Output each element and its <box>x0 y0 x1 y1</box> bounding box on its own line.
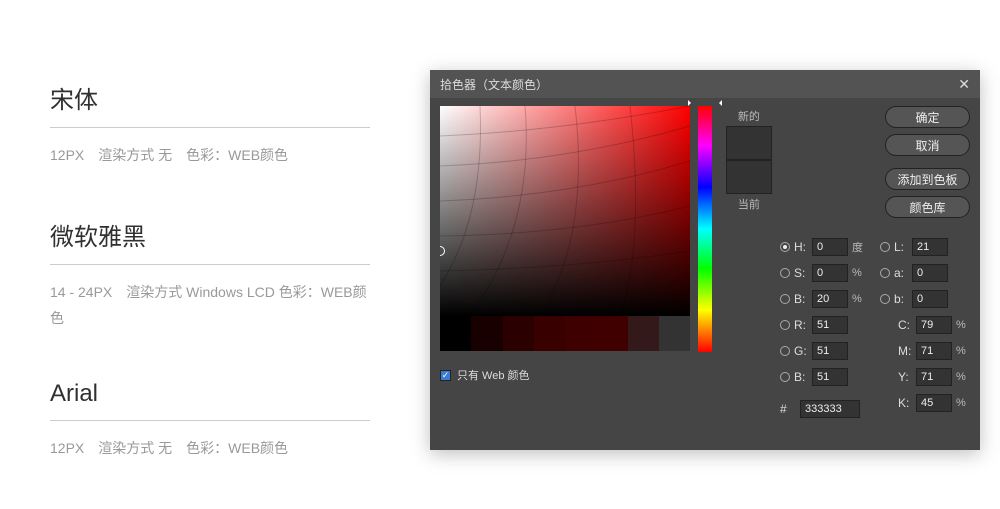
swatch[interactable] <box>628 315 659 351</box>
swatch[interactable] <box>534 315 565 351</box>
blab-input[interactable] <box>912 290 948 308</box>
m-input[interactable] <box>916 342 952 360</box>
radio-l[interactable] <box>880 242 890 252</box>
radio-s[interactable] <box>780 268 790 278</box>
bhsb-input[interactable] <box>812 290 848 308</box>
c-input[interactable] <box>916 316 952 334</box>
recent-swatches[interactable] <box>440 315 690 351</box>
color-field[interactable] <box>440 106 690 316</box>
radio-r[interactable] <box>780 320 790 330</box>
font-section-songti: 宋体 12PX 渲染方式 无 色彩：WEB颜色 <box>50 80 370 169</box>
r-input[interactable] <box>812 316 848 334</box>
radio-h[interactable] <box>780 242 790 252</box>
y-input[interactable] <box>916 368 952 386</box>
new-color-box <box>726 126 772 160</box>
radio-blab[interactable] <box>880 294 890 304</box>
s-input[interactable] <box>812 264 848 282</box>
checkbox-icon[interactable]: ✓ <box>440 370 451 381</box>
k-input[interactable] <box>916 394 952 412</box>
new-label: 新的 <box>738 108 760 124</box>
font-title: 微软雅黑 <box>50 217 370 265</box>
radio-g[interactable] <box>780 346 790 356</box>
font-desc: 12PX 渲染方式 无 色彩：WEB颜色 <box>50 142 370 169</box>
swatch[interactable] <box>471 315 502 351</box>
font-title: 宋体 <box>50 80 370 128</box>
current-color-box <box>726 160 772 194</box>
swatch[interactable] <box>440 315 471 351</box>
font-desc: 14 - 24PX 渲染方式 Windows LCD 色彩：WEB颜色 <box>50 279 370 332</box>
add-swatch-button[interactable]: 添加到色板 <box>885 168 970 190</box>
font-title: Arial <box>50 380 370 421</box>
radio-a[interactable] <box>880 268 890 278</box>
current-label: 当前 <box>738 196 760 212</box>
font-section-yahei: 微软雅黑 14 - 24PX 渲染方式 Windows LCD 色彩：WEB颜色 <box>50 217 370 332</box>
color-values: H:度 L: S:% a: B:% b: R: C:% G: M:% B: Y:… <box>780 236 970 420</box>
a-input[interactable] <box>912 264 948 282</box>
font-desc: 12PX 渲染方式 无 色彩：WEB颜色 <box>50 435 370 462</box>
font-section-arial: Arial 12PX 渲染方式 无 色彩：WEB颜色 <box>50 380 370 462</box>
g-input[interactable] <box>812 342 848 360</box>
close-icon[interactable]: ✕ <box>958 76 970 93</box>
brgb-input[interactable] <box>812 368 848 386</box>
radio-bl[interactable] <box>780 372 790 382</box>
h-input[interactable] <box>812 238 848 256</box>
l-input[interactable] <box>912 238 948 256</box>
ok-button[interactable]: 确定 <box>885 106 970 128</box>
hue-slider[interactable] <box>698 106 712 352</box>
picker-titlebar: 拾色器（文本颜色） ✕ <box>430 70 980 98</box>
font-guidelines: 宋体 12PX 渲染方式 无 色彩：WEB颜色 微软雅黑 14 - 24PX 渲… <box>50 80 370 509</box>
color-picker-dialog: 拾色器（文本颜色） ✕ <box>430 70 980 450</box>
swatch[interactable] <box>659 315 690 351</box>
picker-title: 拾色器（文本颜色） <box>440 76 548 93</box>
swatch[interactable] <box>596 315 627 351</box>
swatch[interactable] <box>565 315 596 351</box>
color-library-button[interactable]: 颜色库 <box>885 196 970 218</box>
cancel-button[interactable]: 取消 <box>885 134 970 156</box>
web-only-label: 只有 Web 颜色 <box>457 367 530 383</box>
web-colors-only[interactable]: ✓ 只有 Web 颜色 <box>440 367 690 383</box>
hex-input[interactable] <box>800 400 860 418</box>
radio-bhsb[interactable] <box>780 294 790 304</box>
swatch[interactable] <box>503 315 534 351</box>
